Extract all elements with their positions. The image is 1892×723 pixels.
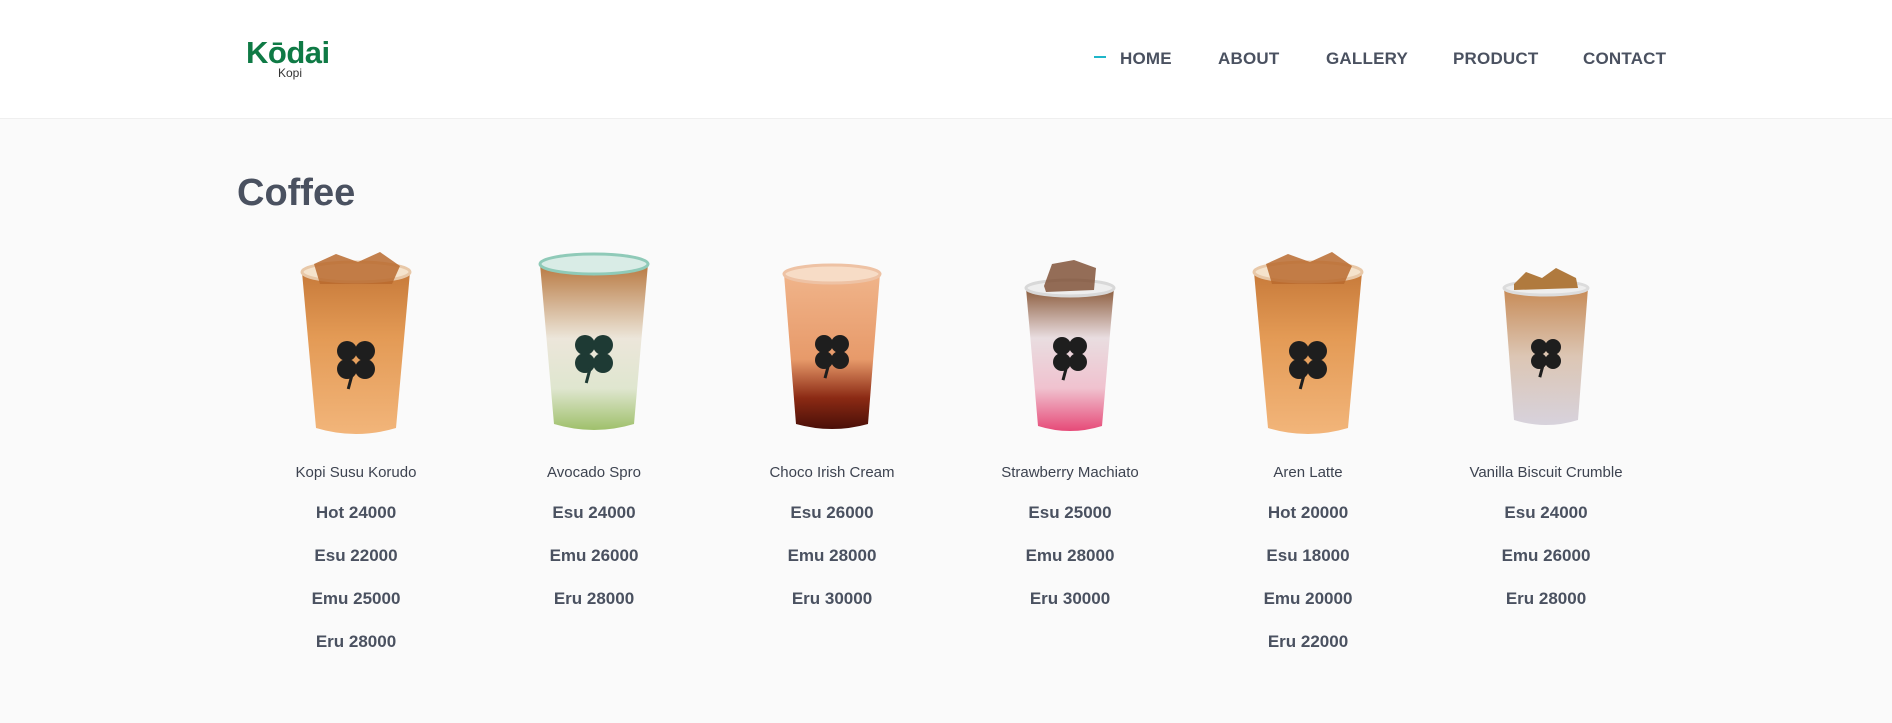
iced-coffee-cup-icon: [300, 252, 412, 434]
nav-contact[interactable]: CONTACT: [1583, 48, 1666, 70]
price-item: Eru 30000: [1029, 589, 1111, 608]
price-item: Eru 30000: [791, 589, 873, 608]
site-header: Kōdai Kopi HOME ABOUT GALLERY PRODUCT CO…: [0, 0, 1892, 119]
price-item: Eru 22000: [1267, 632, 1349, 651]
price-item: Esu 25000: [1028, 503, 1112, 522]
product-card[interactable]: Avocado Spro Esu 24000 Emu 26000 Eru 280…: [475, 250, 713, 670]
choco-irish-cream-cup-icon: [782, 263, 882, 429]
price-item: Hot 24000: [315, 503, 397, 522]
price-list: Esu 24000 Emu 26000 Eru 28000: [475, 502, 713, 631]
nav-home[interactable]: HOME: [1120, 48, 1172, 70]
product-card[interactable]: Vanilla Biscuit Crumble Esu 24000 Emu 26…: [1427, 250, 1665, 670]
nav-gallery[interactable]: GALLERY: [1326, 48, 1408, 70]
main-nav: HOME ABOUT GALLERY PRODUCT CONTACT: [0, 48, 1892, 70]
price-item: Eru 28000: [1505, 589, 1587, 608]
strawberry-machiato-cup-icon: [1024, 260, 1116, 431]
avocado-espresso-cup-icon: [538, 252, 650, 430]
price-item: Emu 20000: [1263, 589, 1353, 608]
nav-product[interactable]: PRODUCT: [1453, 48, 1538, 70]
nav-active-indicator: [1094, 56, 1106, 58]
price-item: Esu 24000: [552, 503, 636, 522]
price-item: Eru 28000: [315, 632, 397, 651]
price-list: Hot 20000 Esu 18000 Emu 20000 Eru 22000: [1189, 502, 1427, 674]
product-name: Aren Latte: [1273, 464, 1343, 481]
price-list: Esu 24000 Emu 26000 Eru 28000: [1427, 502, 1665, 631]
product-card[interactable]: Aren Latte Hot 20000 Esu 18000 Emu 20000…: [1189, 250, 1427, 670]
price-item: Esu 26000: [790, 503, 874, 522]
price-item: Eru 28000: [553, 589, 635, 608]
product-name: Strawberry Machiato: [1001, 464, 1139, 481]
price-item: Esu 22000: [314, 546, 398, 565]
nav-about[interactable]: ABOUT: [1218, 48, 1279, 70]
price-item: Emu 26000: [1501, 546, 1591, 565]
product-name: Vanilla Biscuit Crumble: [1469, 464, 1623, 481]
product-name: Choco Irish Cream: [769, 464, 895, 481]
vanilla-biscuit-cup-icon: [1502, 268, 1590, 425]
price-item: Esu 18000: [1266, 546, 1350, 565]
product-name: Kopi Susu Korudo: [295, 464, 417, 481]
price-item: Hot 20000: [1267, 503, 1349, 522]
price-list: Hot 24000 Esu 22000 Emu 25000 Eru 28000: [237, 502, 475, 674]
price-list: Esu 26000 Emu 28000 Eru 30000: [713, 502, 951, 631]
product-card[interactable]: Strawberry Machiato Esu 25000 Emu 28000 …: [951, 250, 1189, 670]
price-item: Emu 26000: [549, 546, 639, 565]
section-title: Coffee: [237, 172, 356, 214]
aren-latte-cup-icon: [1252, 252, 1364, 434]
product-name: Avocado Spro: [547, 464, 641, 481]
price-list: Esu 25000 Emu 28000 Eru 30000: [951, 502, 1189, 631]
price-item: Emu 28000: [787, 546, 877, 565]
product-card[interactable]: Choco Irish Cream Esu 26000 Emu 28000 Er…: [713, 250, 951, 670]
product-card[interactable]: Kopi Susu Korudo Hot 24000 Esu 22000 Emu…: [237, 250, 475, 670]
price-item: Emu 25000: [311, 589, 401, 608]
price-item: Esu 24000: [1504, 503, 1588, 522]
price-item: Emu 28000: [1025, 546, 1115, 565]
